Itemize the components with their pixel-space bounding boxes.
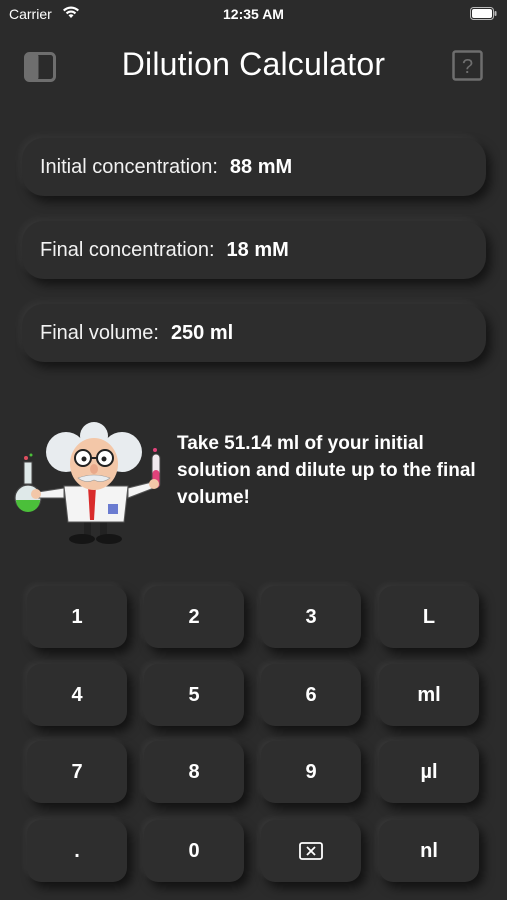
final-volume-label: Final volume: bbox=[40, 321, 159, 344]
status-time: 12:35 AM bbox=[223, 6, 284, 22]
key-unit-ul[interactable]: µl bbox=[379, 741, 479, 803]
final-concentration-field[interactable]: Final concentration: 18 mM bbox=[22, 221, 486, 279]
key-6[interactable]: 6 bbox=[261, 664, 361, 726]
key-4[interactable]: 4 bbox=[27, 664, 127, 726]
key-3[interactable]: 3 bbox=[261, 586, 361, 648]
question-mark-icon: ? bbox=[452, 50, 483, 81]
app-screen: Carrier 12:35 AM Dilution Calculator ? I… bbox=[0, 0, 507, 900]
key-unit-ml[interactable]: ml bbox=[379, 664, 479, 726]
key-backspace[interactable] bbox=[261, 820, 361, 882]
result-message: Take 51.14 ml of your initial solution a… bbox=[177, 433, 476, 508]
final-concentration-value: 18 mM bbox=[226, 238, 289, 261]
initial-concentration-label: Initial concentration: bbox=[40, 155, 218, 178]
initial-concentration-value: 88 mM bbox=[229, 155, 293, 178]
key-5[interactable]: 5 bbox=[144, 664, 244, 726]
key-9[interactable]: 9 bbox=[261, 741, 361, 803]
svg-text:?: ? bbox=[462, 56, 473, 78]
help-button[interactable]: ? bbox=[452, 50, 483, 81]
key-0[interactable]: 0 bbox=[144, 820, 244, 882]
key-7[interactable]: 7 bbox=[27, 741, 127, 803]
key-2[interactable]: 2 bbox=[144, 586, 244, 648]
key-unit-nl[interactable]: nl bbox=[379, 820, 479, 882]
final-concentration-label: Final concentration: bbox=[40, 238, 215, 261]
scientist-illustration bbox=[12, 422, 166, 546]
key-8[interactable]: 8 bbox=[144, 741, 244, 803]
keypad: 1 2 3 L 4 5 6 ml 7 8 9 µl . 0 nl bbox=[27, 586, 479, 886]
key-1[interactable]: 1 bbox=[27, 586, 127, 648]
final-volume-field[interactable]: Final volume: 250 ml bbox=[22, 304, 486, 362]
status-bar: Carrier 12:35 AM bbox=[0, 0, 507, 28]
final-volume-value: 250 ml bbox=[170, 321, 234, 344]
key-unit-l[interactable]: L bbox=[379, 586, 479, 648]
page-title: Dilution Calculator bbox=[121, 46, 386, 82]
backspace-icon bbox=[299, 842, 323, 860]
key-decimal[interactable]: . bbox=[27, 820, 127, 882]
initial-concentration-field[interactable]: Initial concentration: 88 mM bbox=[22, 138, 486, 196]
battery-icon bbox=[470, 7, 497, 25]
